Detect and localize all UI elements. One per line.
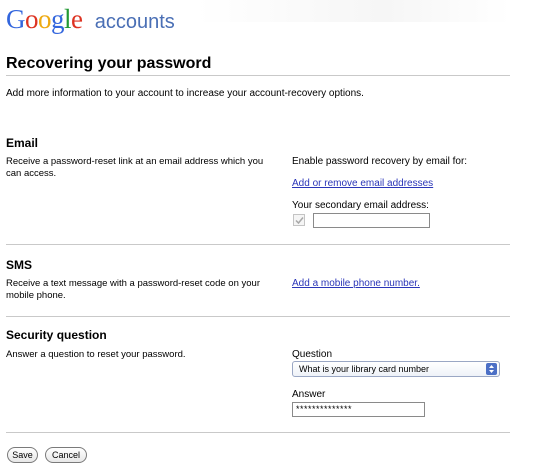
sms-section-description: Receive a text message with a password-r… <box>6 278 260 301</box>
google-logo: Google <box>6 4 89 34</box>
cancel-button[interactable]: Cancel <box>45 447 87 463</box>
accounts-wordmark: accounts <box>94 11 175 33</box>
secondary-email-label: Your secondary email address: <box>292 200 429 211</box>
save-button[interactable]: Save <box>7 447 38 463</box>
intro-text: Add more information to your account to … <box>6 88 364 99</box>
secondary-email-input[interactable] <box>313 213 430 228</box>
security-section-description: Answer a question to reset your password… <box>6 349 186 360</box>
answer-label: Answer <box>292 389 326 400</box>
email-enable-label: Enable password recovery by email for: <box>292 156 468 167</box>
logo-letter: g <box>51 4 65 34</box>
divider <box>6 432 510 433</box>
sms-section-heading: SMS <box>6 258 33 272</box>
divider <box>6 316 510 317</box>
checkmark-icon <box>295 217 304 225</box>
security-section-heading: Security question <box>6 328 107 342</box>
header-shade <box>196 0 510 22</box>
divider <box>6 75 510 76</box>
divider <box>6 244 510 245</box>
answer-input[interactable]: ************** <box>292 402 425 417</box>
logo-letter: G <box>6 4 26 34</box>
question-label: Question <box>292 349 333 360</box>
answer-value: ************** <box>296 404 353 414</box>
select-arrows-icon <box>486 363 497 375</box>
logo-letter: l <box>64 4 72 34</box>
security-question-value: What is your library card number <box>299 364 430 374</box>
manage-email-addresses-link[interactable]: Add or remove email addresses <box>292 178 433 189</box>
secondary-email-checkbox[interactable] <box>293 214 305 226</box>
email-section-description: Receive a password-reset link at an emai… <box>6 156 264 179</box>
email-section-heading: Email <box>6 136 39 150</box>
logo-letter: e <box>71 4 83 34</box>
add-mobile-phone-link[interactable]: Add a mobile phone number. <box>292 278 420 289</box>
page-title: Recovering your password <box>6 55 212 72</box>
logo-letter: o <box>38 4 52 34</box>
google-accounts-logo: Google accounts <box>6 4 175 38</box>
logo-letter: o <box>25 4 39 34</box>
security-question-select[interactable]: What is your library card number <box>292 361 500 377</box>
